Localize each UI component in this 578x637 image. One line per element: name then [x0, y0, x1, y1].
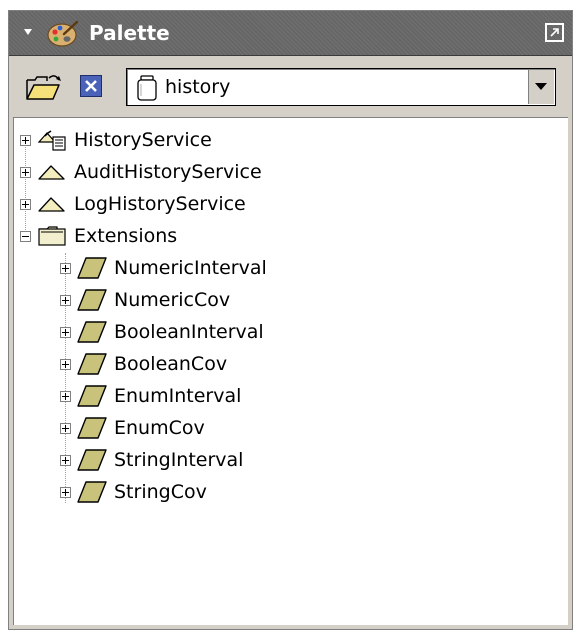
chevron-down-icon — [535, 83, 547, 90]
collapse-toggle[interactable] — [20, 230, 31, 242]
folder-icon — [38, 226, 66, 246]
open-palette-button[interactable] — [25, 72, 63, 102]
palette-title: Palette — [89, 21, 170, 45]
expand-toggle[interactable] — [60, 358, 71, 370]
tree-item-label: LogHistoryService — [74, 193, 246, 215]
tree-item-label: EnumInterval — [114, 385, 242, 407]
palette-dropdown-button[interactable] — [528, 70, 554, 104]
triangle-icon — [38, 165, 65, 180]
expand-toggle[interactable] — [60, 422, 71, 434]
expand-toggle[interactable] — [60, 262, 71, 274]
collapse-arrow-icon[interactable] — [23, 28, 33, 36]
tree-item-label: HistoryService — [74, 129, 212, 151]
palette-tree: HistoryService AuditHistoryService LogHi… — [13, 117, 568, 625]
tree-item-boolean-interval[interactable]: BooleanInterval — [60, 316, 264, 348]
extension-icon — [77, 449, 107, 471]
extension-icon — [77, 385, 107, 407]
tree-item-label: NumericCov — [114, 289, 231, 311]
extension-icon — [77, 417, 107, 439]
open-folder-icon — [26, 75, 61, 100]
tree-item-label: BooleanCov — [114, 353, 228, 375]
tree-item-enum-cov[interactable]: EnumCov — [60, 412, 205, 444]
extension-icon — [77, 289, 107, 311]
tree-item-audit-history-service[interactable]: AuditHistoryService — [20, 156, 262, 188]
close-palette-button[interactable] — [80, 75, 102, 97]
maximize-button[interactable] — [545, 23, 564, 42]
tree-item-label: Extensions — [74, 225, 178, 247]
expand-toggle[interactable] — [20, 134, 31, 146]
palette-toolbar: history — [9, 56, 572, 116]
tree-item-string-cov[interactable]: StringCov — [60, 476, 207, 508]
palette-icon — [47, 20, 79, 47]
triangle-icon — [38, 197, 65, 212]
tree-item-label: NumericInterval — [114, 257, 267, 279]
expand-toggle[interactable] — [60, 486, 71, 498]
extension-icon — [77, 481, 107, 503]
tree-item-label: BooleanInterval — [114, 321, 264, 343]
tree-item-log-history-service[interactable]: LogHistoryService — [20, 188, 246, 220]
expand-toggle[interactable] — [20, 198, 31, 210]
palette-select-value: history — [165, 76, 231, 98]
tree-item-label: AuditHistoryService — [74, 161, 262, 183]
tree-item-string-interval[interactable]: StringInterval — [60, 444, 243, 476]
history-service-icon — [37, 130, 66, 151]
expand-toggle[interactable] — [20, 166, 31, 178]
expand-toggle[interactable] — [60, 294, 71, 306]
tree-item-numeric-interval[interactable]: NumericInterval — [60, 252, 267, 284]
tree-item-boolean-cov[interactable]: BooleanCov — [60, 348, 227, 380]
tree-item-label: EnumCov — [114, 417, 205, 439]
palette-title-bar: Palette — [9, 11, 572, 56]
expand-toggle[interactable] — [60, 454, 71, 466]
extension-icon — [77, 257, 107, 279]
extension-icon — [77, 353, 107, 375]
tree-item-history-service[interactable]: HistoryService — [20, 124, 212, 156]
tree-item-label: StringInterval — [114, 449, 244, 471]
jar-icon — [137, 75, 157, 101]
tree-item-enum-interval[interactable]: EnumInterval — [60, 380, 241, 412]
palette-panel: Palette history HistoryService AuditHist… — [8, 10, 573, 630]
tree-item-label: StringCov — [114, 481, 207, 503]
expand-toggle[interactable] — [60, 390, 71, 402]
maximize-icon — [550, 28, 559, 37]
close-icon — [85, 80, 97, 92]
tree-item-extensions[interactable]: Extensions — [20, 220, 177, 252]
palette-select[interactable]: history — [126, 68, 556, 106]
tree-item-numeric-cov[interactable]: NumericCov — [60, 284, 230, 316]
extension-icon — [77, 321, 107, 343]
expand-toggle[interactable] — [60, 326, 71, 338]
